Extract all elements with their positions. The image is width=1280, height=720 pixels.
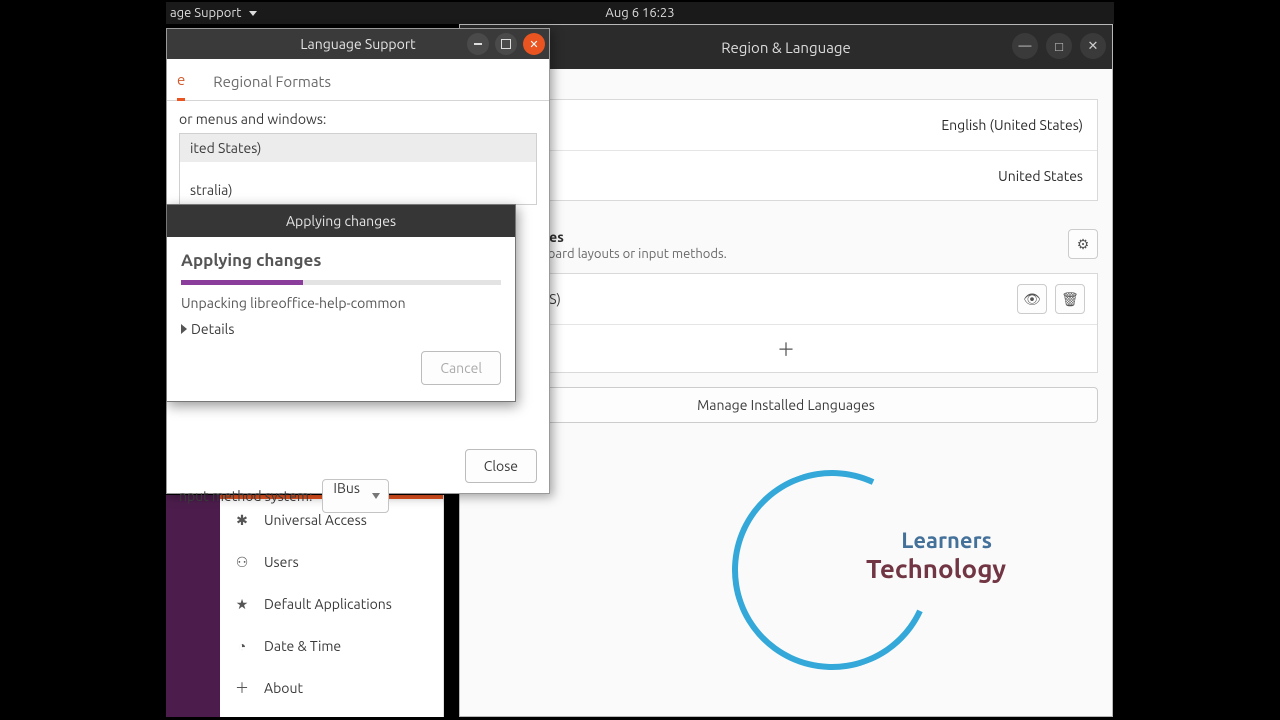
- sidebar-item-label: About: [264, 680, 303, 696]
- add-input-source-button[interactable]: ＋: [475, 324, 1097, 372]
- maximize-button[interactable]: [495, 33, 517, 55]
- input-method-value: IBus: [333, 480, 360, 496]
- dialog-title: Applying changes: [286, 213, 396, 229]
- input-method-label: nput method system:: [179, 488, 312, 504]
- progress-fill: [181, 280, 303, 285]
- input-method-select[interactable]: IBus: [322, 479, 389, 513]
- chevron-down-icon: [249, 11, 257, 16]
- minimize-button[interactable]: —: [1012, 33, 1038, 59]
- clock[interactable]: Aug 6 16:23: [605, 6, 674, 20]
- input-sources-list: English (US) 👁 🗑 ＋: [474, 273, 1098, 373]
- language-value: English (United States): [941, 117, 1083, 133]
- clock-icon: ◔: [234, 638, 250, 654]
- trash-icon: 🗑: [1061, 291, 1079, 308]
- logo-line2: Technology: [866, 554, 1006, 583]
- language-tabs: e Regional Formats: [167, 59, 549, 101]
- formats-row[interactable]: Formats United States: [475, 150, 1097, 200]
- dialog-heading: Applying changes: [181, 251, 501, 270]
- language-row[interactable]: Language English (United States): [475, 100, 1097, 150]
- delete-source-button[interactable]: 🗑: [1055, 284, 1085, 314]
- progress-status: Unpacking libreoffice-help-common: [181, 295, 501, 311]
- star-icon: ★: [234, 596, 250, 613]
- manage-languages-button[interactable]: Manage Installed Languages: [474, 387, 1098, 423]
- region-language-window: Region & Language — □ ✕ Language English…: [459, 24, 1113, 717]
- maximize-button[interactable]: □: [1046, 33, 1072, 59]
- sidebar-item-about[interactable]: ＋ About: [220, 667, 443, 709]
- watermark-logo: Learners Technology: [732, 458, 962, 688]
- manage-languages-label: Manage Installed Languages: [697, 397, 875, 413]
- progress-bar: [181, 280, 501, 285]
- settings-titlebar: Region & Language — □ ✕: [460, 25, 1112, 69]
- eye-icon: 👁: [1023, 291, 1041, 308]
- details-label: Details: [191, 321, 234, 337]
- sidebar-item-date-time[interactable]: ◔ Date & Time: [220, 625, 443, 667]
- sidebar-item-default-apps[interactable]: ★ Default Applications: [220, 583, 443, 625]
- settings-title: Region & Language: [721, 39, 851, 56]
- view-layout-button[interactable]: 👁: [1017, 284, 1047, 314]
- language-list[interactable]: ited States) stralia): [179, 133, 537, 205]
- language-support-title: Language Support: [300, 36, 415, 52]
- input-sources-settings-button[interactable]: ⚙: [1068, 229, 1098, 259]
- sidebar-item-label: Date & Time: [264, 638, 341, 654]
- sidebar-item-users[interactable]: ⚇ Users: [220, 541, 443, 583]
- menus-hint: or menus and windows:: [179, 111, 537, 127]
- logo-line1: Learners: [901, 528, 992, 553]
- system-top-bar: age Support Aug 6 16:23: [166, 2, 1114, 24]
- settings-sidebar: ✱ Universal Access ⚇ Users ★ Default App…: [220, 495, 444, 717]
- app-menu-label: age Support: [170, 6, 241, 20]
- gear-icon: ⚙: [1077, 236, 1090, 253]
- plus-icon: ＋: [777, 336, 795, 362]
- tab-language[interactable]: e: [177, 71, 185, 101]
- sidebar-item-label: Users: [264, 554, 299, 570]
- cancel-label: Cancel: [440, 360, 482, 376]
- formats-value: United States: [998, 168, 1083, 184]
- input-sources-header: Input Sources Choose keyboard layouts or…: [474, 229, 1098, 261]
- input-method-row: nput method system: IBus: [179, 479, 537, 513]
- tab-regional-formats[interactable]: Regional Formats: [213, 73, 331, 100]
- dock-background: [166, 495, 220, 717]
- list-item[interactable]: stralia): [180, 176, 536, 204]
- close-button[interactable]: ✕: [1080, 33, 1106, 59]
- list-item: [180, 162, 536, 176]
- input-source-item[interactable]: English (US) 👁 🗑: [475, 274, 1097, 324]
- close-button[interactable]: Close: [465, 449, 537, 483]
- minimize-button[interactable]: [467, 33, 489, 55]
- sidebar-item-label: Default Applications: [264, 596, 392, 612]
- tab-formats-label: Regional Formats: [213, 73, 331, 90]
- close-button[interactable]: [523, 33, 545, 55]
- list-item[interactable]: ited States): [180, 134, 536, 162]
- close-label: Close: [484, 458, 518, 474]
- language-formats-card: Language English (United States) Formats…: [474, 99, 1098, 201]
- app-menu[interactable]: age Support: [166, 6, 257, 20]
- dialog-titlebar: Applying changes: [167, 205, 515, 237]
- cancel-button[interactable]: Cancel: [421, 351, 501, 385]
- tab-language-label: e: [177, 71, 185, 88]
- chevron-down-icon: [372, 493, 380, 499]
- language-support-titlebar: Language Support: [167, 29, 549, 59]
- details-expander[interactable]: Details: [181, 321, 501, 337]
- applying-changes-dialog: Applying changes Applying changes Unpack…: [166, 204, 516, 402]
- triangle-right-icon: [181, 324, 187, 334]
- users-icon: ⚇: [234, 554, 250, 571]
- plus-icon: ＋: [234, 678, 250, 698]
